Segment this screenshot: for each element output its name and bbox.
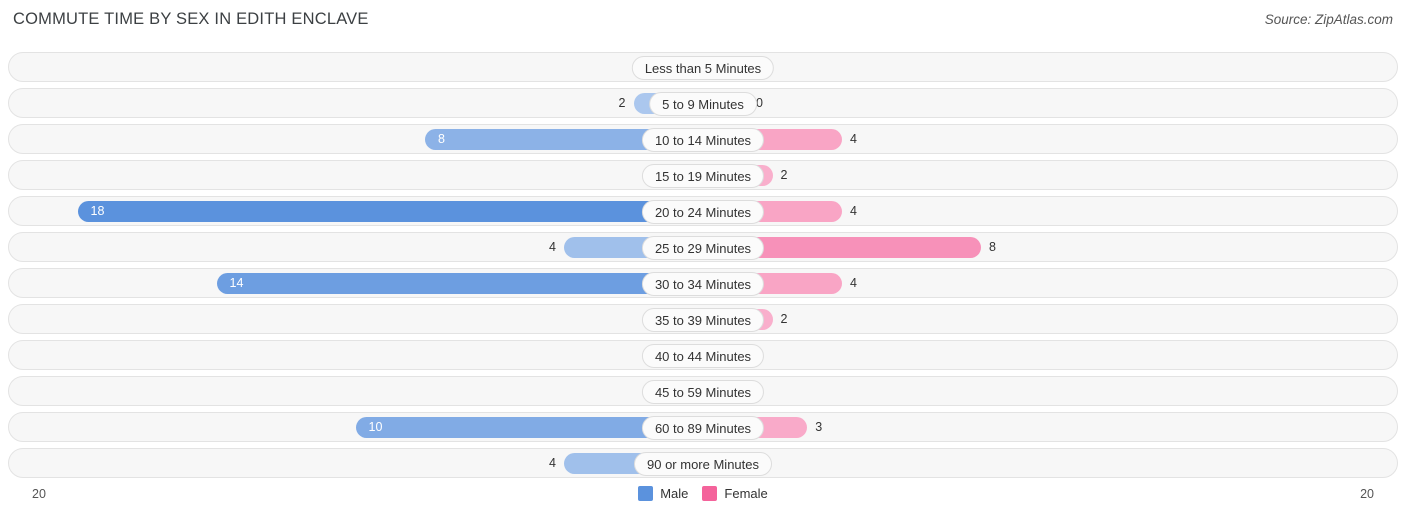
category-label: 30 to 34 Minutes [641,272,765,296]
legend-label: Male [660,486,689,501]
bar-value-female: 8 [989,240,996,254]
chart-row: 4090 or more Minutes [8,448,1398,478]
bar-value-female: 3 [815,420,823,434]
chart-container: COMMUTE TIME BY SEX IN EDITH ENCLAVE Sou… [0,0,1406,522]
chart-row-bars: 4 8 25 to 29 Minutes [9,233,1397,261]
bar-value-male: 2 [618,96,626,110]
chart-row-bars: 14 4 30 to 34 Minutes [9,269,1397,297]
legend-item-female[interactable]: Female [702,486,768,501]
chart-legend: Male Female [0,486,1406,501]
category-label: 40 to 44 Minutes [641,344,765,368]
chart-row: 14 4 30 to 34 Minutes [8,268,1398,298]
bar-value-female: 2 [780,168,788,182]
category-label: 35 to 39 Minutes [641,308,765,332]
bar-value-male: 10 [368,420,383,434]
chart-row: 00Less than 5 Minutes [8,52,1398,82]
chart-plot-area: 00Less than 5 Minutes205 to 9 Minutes841… [8,52,1398,484]
bar-male [77,201,703,222]
chart-row: 0045 to 59 Minutes [8,376,1398,406]
chart-row-bars: 0235 to 39 Minutes [9,305,1397,333]
chart-row-bars: 00Less than 5 Minutes [9,53,1397,81]
bar-value-female: 4 [850,276,857,290]
bar-value-male: 18 [90,204,105,218]
bar-value-male: 14 [229,276,244,290]
category-label: 5 to 9 Minutes [649,92,757,116]
chart-row-bars: 0040 to 44 Minutes [9,341,1397,369]
category-label: 10 to 14 Minutes [641,128,765,152]
category-label: 20 to 24 Minutes [641,200,765,224]
category-label: 45 to 59 Minutes [641,380,765,404]
chart-row-bars: 2 05 to 9 Minutes [9,89,1397,117]
legend-item-male[interactable]: Male [638,486,688,501]
category-label: 60 to 89 Minutes [641,416,765,440]
category-label: 90 or more Minutes [634,452,772,476]
bar-value-female: 4 [850,132,857,146]
legend-label: Female [724,486,768,501]
chart-row: 8 4 10 to 14 Minutes [8,124,1398,154]
chart-row: 0040 to 44 Minutes [8,340,1398,370]
chart-row-bars: 0045 to 59 Minutes [9,377,1397,405]
chart-row: 18 4 20 to 24 Minutes [8,196,1398,226]
category-label: 15 to 19 Minutes [641,164,765,188]
chart-row: 2 05 to 9 Minutes [8,88,1398,118]
bar-value-male: 8 [438,132,445,146]
chart-row-bars: 4090 or more Minutes [9,449,1397,477]
bar-male [216,273,703,294]
bar-value-female: 0 [756,96,763,110]
chart-row: 0235 to 39 Minutes [8,304,1398,334]
chart-row-bars: 18 4 20 to 24 Minutes [9,197,1397,225]
legend-swatch-icon [638,486,654,501]
chart-row: 4 8 25 to 29 Minutes [8,232,1398,262]
legend-swatch-icon [702,486,718,501]
bar-value-male: 4 [549,240,556,254]
source-attribution: Source: ZipAtlas.com [1264,12,1393,27]
page-title: COMMUTE TIME BY SEX IN EDITH ENCLAVE [13,10,369,28]
chart-row: 10 3 60 to 89 Minutes [8,412,1398,442]
bar-value-male: 4 [549,456,556,470]
bar-value-female: 2 [780,312,788,326]
bar-value-female: 4 [850,204,857,218]
category-label: Less than 5 Minutes [631,56,775,80]
chart-row-bars: 0215 to 19 Minutes [9,161,1397,189]
chart-row-bars: 8 4 10 to 14 Minutes [9,125,1397,153]
chart-row-bars: 10 3 60 to 89 Minutes [9,413,1397,441]
category-label: 25 to 29 Minutes [641,236,765,260]
chart-row: 0215 to 19 Minutes [8,160,1398,190]
